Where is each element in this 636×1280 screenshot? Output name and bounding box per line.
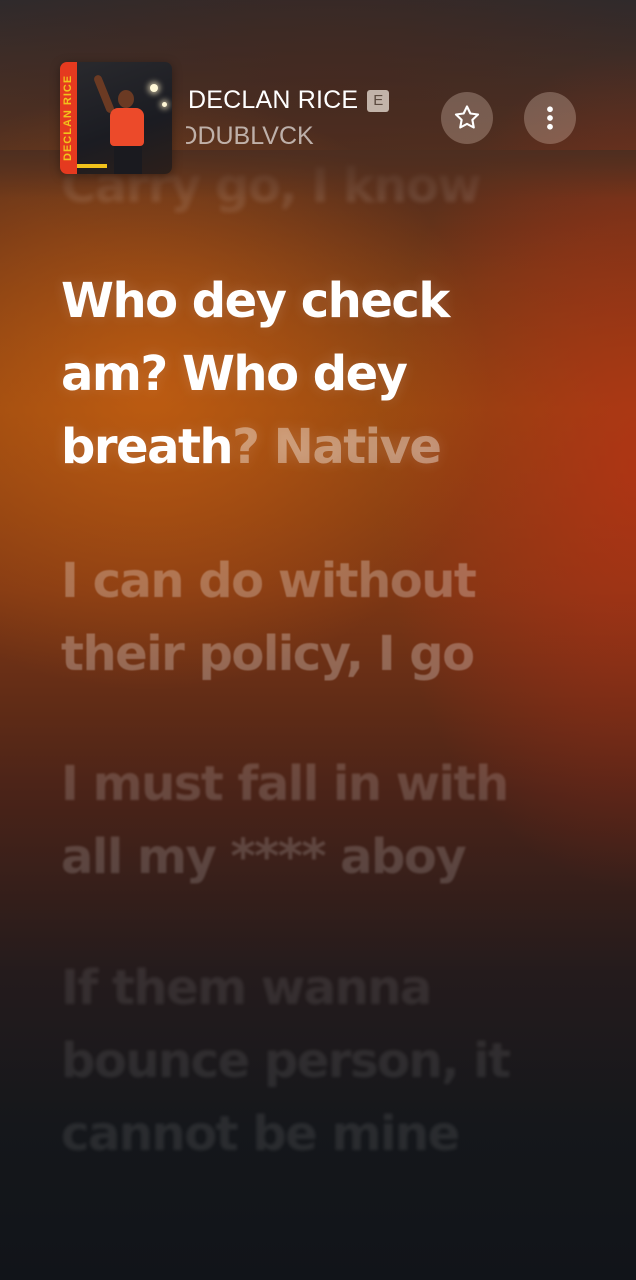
figure-arm — [92, 73, 116, 115]
track-title: DECLAN RICE — [188, 86, 359, 114]
album-art-label: DECLAN RICE — [62, 74, 74, 162]
artist-name[interactable]: ODUBLVCK — [186, 122, 346, 151]
favorite-button[interactable] — [441, 92, 493, 144]
lyric-next-line[interactable]: If them wanna bounce person, it cannot b… — [61, 952, 581, 1171]
star-outline-icon — [452, 103, 482, 133]
lyric-next-line[interactable]: I can do without their policy, I go — [61, 545, 581, 691]
track-title-row[interactable]: DECLAN RICE E — [188, 86, 390, 115]
lyric-line: breath? Native — [61, 411, 581, 484]
album-art-bar — [77, 164, 107, 168]
lyric-next-line[interactable]: I must fall in with all my **** aboy — [61, 748, 581, 894]
lyric-line: Who dey check — [61, 273, 450, 329]
stage-light — [150, 84, 158, 92]
explicit-badge: E — [367, 89, 390, 112]
more-options-button[interactable] — [524, 92, 576, 144]
lyric-line: am? Who dey — [61, 346, 408, 402]
lyric-current-line[interactable]: Who dey check am? Who dey breath? Native — [61, 265, 581, 484]
lyrics-screen: Carry go, I know DECLAN RICE DECLAN RICE… — [0, 0, 636, 1280]
lyric-line: bounce person, it — [61, 1033, 511, 1089]
now-playing-header: DECLAN RICE DECLAN RICE E ODUBLVCK — [0, 0, 636, 184]
album-art[interactable]: DECLAN RICE — [60, 62, 172, 174]
vertical-ellipsis-icon — [535, 103, 565, 133]
lyric-sung-word: breath — [61, 419, 234, 475]
lyric-line: all my **** aboy — [61, 829, 467, 885]
lyric-line: I must fall in with — [61, 756, 509, 812]
figure-body — [110, 108, 144, 146]
lyric-line: If them wanna — [61, 960, 432, 1016]
lyric-line: their policy, I go — [61, 626, 475, 682]
stage-light — [162, 102, 167, 107]
lyric-line: cannot be mine — [61, 1106, 460, 1162]
lyric-line: I can do without — [61, 553, 477, 609]
lyric-upcoming-word: ? Native — [232, 419, 442, 475]
figure-legs — [114, 146, 142, 174]
figure-head — [118, 90, 134, 108]
